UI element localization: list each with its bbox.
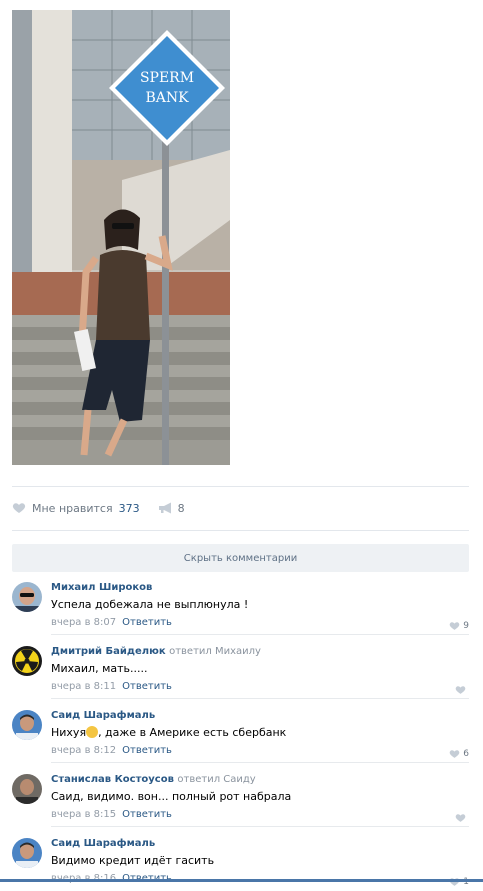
comment-time[interactable]: вчера в 8:15 — [51, 809, 116, 820]
divider — [51, 634, 469, 635]
like-count: 373 — [118, 501, 140, 515]
heart-icon — [449, 622, 460, 630]
avatar[interactable] — [12, 774, 42, 804]
reply-link[interactable]: Ответить — [122, 681, 172, 692]
comment-text: Саид, видимо. вон... полный рот набрала — [51, 790, 292, 803]
comment-time[interactable]: вчера в 8:11 — [51, 681, 116, 692]
avatar[interactable] — [12, 582, 42, 612]
divider — [12, 530, 469, 531]
reply-link[interactable]: Ответить — [122, 745, 172, 756]
avatar[interactable] — [12, 646, 42, 676]
comment-like-button[interactable]: 6 — [449, 749, 469, 759]
comment-author[interactable]: Саид Шарафмаль — [51, 709, 469, 722]
heart-icon — [455, 686, 466, 694]
sign-text-line1: SPERM — [140, 70, 194, 86]
avatar[interactable] — [12, 838, 42, 868]
avatar[interactable] — [12, 710, 42, 740]
comment-like-count: 6 — [463, 749, 469, 759]
surprised-emoji-icon — [86, 726, 99, 738]
heart-icon — [449, 750, 460, 758]
divider — [12, 486, 469, 487]
sign-text-line2: BANK — [145, 90, 189, 106]
divider — [51, 762, 469, 763]
comment-text: Успела добежала не выплюнула ! — [51, 598, 249, 611]
comment-author[interactable]: Станислав Костоусов ответил Саиду — [51, 773, 469, 786]
hide-comments-button[interactable]: Скрыть комментарии — [12, 544, 469, 572]
heart-icon — [455, 814, 466, 822]
share-count: 8 — [177, 501, 185, 515]
post-actions: Мне нравится 373 8 — [12, 498, 185, 518]
megaphone-icon[interactable] — [158, 502, 174, 514]
reply-link[interactable]: Ответить — [122, 617, 172, 628]
post-photo[interactable]: SPERM BANK — [12, 10, 230, 465]
comment-author[interactable]: Дмитрий Байделюк ответил Михаилу — [51, 645, 469, 658]
comment-like-button[interactable] — [455, 813, 469, 823]
comment-time[interactable]: вчера в 8:07 — [51, 617, 116, 628]
comment-text: Видимо кредит идёт гасить — [51, 854, 215, 867]
comment-text: Нихуя, даже в Америке есть сбербанк — [51, 726, 287, 739]
comment-like-button[interactable]: 9 — [449, 621, 469, 631]
comment-author[interactable]: Саид Шарафмаль — [51, 837, 469, 850]
heart-icon[interactable] — [12, 502, 26, 514]
like-label[interactable]: Мне нравится — [32, 502, 113, 515]
comment-item: Дмитрий Байделюк ответил Михаилу Михаил,… — [12, 637, 469, 699]
divider — [51, 698, 469, 699]
reply-link[interactable]: Ответить — [122, 809, 172, 820]
comment-time[interactable]: вчера в 8:12 — [51, 745, 116, 756]
comment-item: Станислав Костоусов ответил Саиду Саид, … — [12, 765, 469, 827]
comment-author[interactable]: Михаил Широков — [51, 581, 469, 594]
divider — [51, 826, 469, 827]
comment-text: Михаил, мать..... — [51, 662, 148, 675]
comment-like-count: 9 — [463, 621, 469, 631]
comment-item: Саид Шарафмаль Нихуя, даже в Америке ест… — [12, 701, 469, 763]
comment-item: Михаил Широков Успела добежала не выплюн… — [12, 573, 469, 635]
comment-like-button[interactable] — [455, 685, 469, 695]
